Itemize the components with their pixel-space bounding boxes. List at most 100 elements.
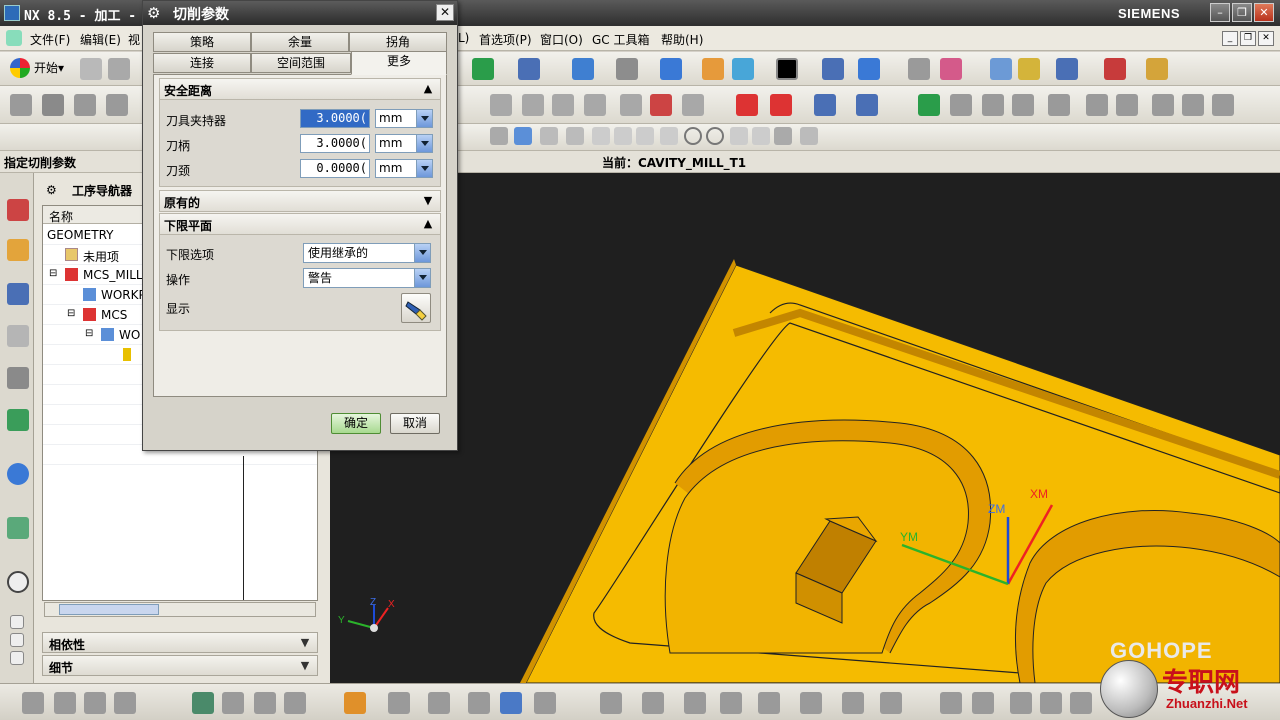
lower-limit-header[interactable]: 下限平面 ▲ (159, 213, 441, 235)
tab-strategy[interactable]: 策略 (153, 32, 251, 52)
list-path-icon[interactable] (584, 94, 606, 116)
operation-nav-icon[interactable] (7, 283, 29, 305)
bottom-tool-icon[interactable] (388, 692, 410, 714)
sketch-icon[interactable] (940, 58, 962, 80)
tool-holder-input[interactable]: 3.0000( (300, 109, 370, 128)
bottom-tool-icon[interactable] (22, 692, 44, 714)
snap-icon[interactable] (858, 58, 880, 80)
navigator-gear-icon[interactable]: ⚙ (46, 183, 57, 197)
mdi-restore-button[interactable]: ❐ (1240, 31, 1256, 46)
regenerate-icon[interactable] (472, 58, 494, 80)
close-window-button[interactable]: ✕ (1254, 3, 1274, 22)
chevron-down-icon[interactable]: ▼ (297, 658, 313, 674)
bottom-tool-icon[interactable] (972, 692, 994, 714)
tab-more[interactable]: 更多 (351, 51, 447, 75)
snap-surface-icon[interactable] (774, 127, 792, 145)
create-program-icon[interactable] (10, 94, 32, 116)
bottom-tool-icon[interactable] (84, 692, 106, 714)
chevron-up-icon[interactable]: ▲ (420, 81, 436, 97)
scrollbar-thumb[interactable] (59, 604, 159, 615)
ok-button[interactable]: 确定 (331, 413, 381, 434)
fit-view-icon[interactable] (572, 58, 594, 80)
tab-connections[interactable]: 连接 (153, 53, 251, 73)
postprocess-icon[interactable] (620, 94, 642, 116)
color-swatch-icon[interactable] (776, 58, 798, 80)
bottom-tool-icon[interactable] (1040, 692, 1062, 714)
chevron-down-icon[interactable]: ▼ (420, 193, 436, 209)
navigator-h-scrollbar[interactable] (44, 602, 316, 617)
info-icon[interactable] (7, 463, 29, 485)
snap-bounded-icon[interactable] (800, 127, 818, 145)
bottom-tool-icon[interactable] (344, 692, 366, 714)
library-icon[interactable] (1212, 94, 1234, 116)
dropdown-arrow-icon[interactable] (414, 244, 430, 262)
original-header[interactable]: 原有的 ▼ (159, 190, 441, 212)
menu-partial[interactable]: L) (458, 31, 469, 45)
bottom-tool-icon[interactable] (1010, 692, 1032, 714)
notes-icon[interactable] (1116, 94, 1138, 116)
menu-window[interactable]: 窗口(O) (540, 31, 583, 48)
graphics-window[interactable]: XM ZM YM X Z Y (330, 173, 1280, 683)
restore-button[interactable]: ❐ (1232, 3, 1252, 22)
snap-control-icon[interactable] (636, 127, 654, 145)
tab-stock[interactable]: 余量 (251, 32, 349, 52)
bottom-tool-icon[interactable] (758, 692, 780, 714)
dropdown-arrow-icon[interactable] (414, 269, 430, 287)
sidebar-pin-icon[interactable] (10, 633, 24, 647)
machine-nav-icon[interactable] (7, 325, 29, 347)
shank-input[interactable]: 3.0000( (300, 134, 370, 153)
measure-icon[interactable] (1104, 58, 1126, 80)
new-file-icon[interactable] (80, 58, 102, 80)
select-body-icon[interactable] (490, 127, 508, 145)
comment-icon[interactable] (1086, 94, 1108, 116)
speed-icon[interactable] (770, 94, 792, 116)
dependencies-panel[interactable]: 相依性 ▼ (42, 632, 318, 653)
dropdown-arrow-icon[interactable] (416, 110, 432, 127)
tab-containment[interactable]: 空间范围 (251, 53, 351, 73)
menu-help[interactable]: 帮助(H) (661, 31, 703, 48)
mdi-minimize-button[interactable]: _ (1222, 31, 1238, 46)
open-file-icon[interactable] (108, 58, 130, 80)
bottom-tool-icon[interactable] (842, 692, 864, 714)
dropdown-arrow-icon[interactable] (416, 160, 432, 177)
safe-clearance-header[interactable]: 安全距离 ▲ (159, 78, 441, 100)
ruler-icon[interactable] (1146, 58, 1168, 80)
menu-edit[interactable]: 编辑(E) (80, 31, 121, 48)
shop-docs-icon[interactable] (650, 94, 672, 116)
details-panel[interactable]: 细节 ▼ (42, 655, 318, 676)
bottom-tool-icon[interactable] (720, 692, 742, 714)
menu-view[interactable]: 视 (128, 31, 140, 48)
generate-path-icon[interactable] (490, 94, 512, 116)
transform-icon[interactable] (990, 58, 1012, 80)
bottom-tool-icon[interactable] (1070, 692, 1092, 714)
assembly-nav-icon[interactable] (7, 199, 29, 221)
collapse-toggle-icon[interactable]: ⊟ (49, 268, 57, 279)
bottom-tool-icon[interactable] (222, 692, 244, 714)
bottom-tool-icon[interactable] (54, 692, 76, 714)
bottom-tool-icon[interactable] (880, 692, 902, 714)
minimize-button[interactable]: – (1210, 3, 1230, 22)
bottom-tool-icon[interactable] (500, 692, 522, 714)
create-method-icon[interactable] (106, 94, 128, 116)
display-button[interactable] (401, 293, 431, 323)
analysis-icon[interactable] (1018, 58, 1040, 80)
lower-limit-option-select[interactable]: 使用继承的 (303, 243, 431, 263)
tool-display-icon[interactable] (814, 94, 836, 116)
replay-icon[interactable] (522, 94, 544, 116)
paste-op-icon[interactable] (982, 94, 1004, 116)
bottom-tool-icon[interactable] (254, 692, 276, 714)
collapse-toggle-icon[interactable]: ⊟ (85, 328, 93, 339)
snap-quadrant-icon[interactable] (706, 127, 724, 145)
create-tool-icon[interactable] (42, 94, 64, 116)
web-browser-icon[interactable] (7, 517, 29, 539)
tab-corners[interactable]: 拐角 (349, 32, 447, 52)
sidebar-down-icon[interactable] (10, 651, 24, 665)
collapse-toggle-icon[interactable]: ⊟ (67, 308, 75, 319)
snap-end-icon[interactable] (592, 127, 610, 145)
delete-op-icon[interactable] (1012, 94, 1034, 116)
bottom-tool-icon[interactable] (534, 692, 556, 714)
verify-icon[interactable] (552, 94, 574, 116)
bottom-tool-icon[interactable] (940, 692, 962, 714)
history-clock-icon[interactable] (7, 571, 29, 593)
gear-icon[interactable]: ⚙ (147, 4, 160, 22)
